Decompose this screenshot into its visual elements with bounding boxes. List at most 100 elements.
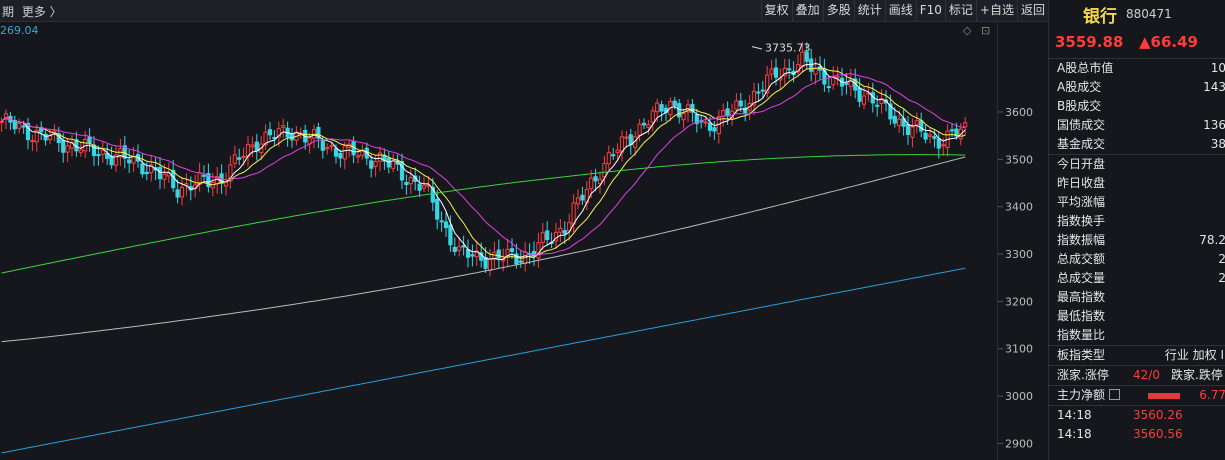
candle-body bbox=[329, 145, 334, 148]
list-icon[interactable] bbox=[1109, 389, 1121, 400]
stat-row: 总成交额 2 bbox=[1049, 250, 1225, 269]
candle-body bbox=[232, 154, 237, 164]
stat-row: 总成交量 2 bbox=[1049, 269, 1225, 288]
candle-body bbox=[628, 134, 633, 146]
candle-body bbox=[875, 104, 880, 107]
price-change: ▲66.49 bbox=[1139, 33, 1198, 51]
candle-body bbox=[435, 198, 440, 220]
ma5-line bbox=[1, 62, 966, 261]
candle-body bbox=[421, 184, 427, 189]
stat-value: 2 bbox=[1218, 252, 1225, 266]
chart-toolbar: 期 更多 〉 复权 叠加 多股 统计 画线 F10 标记 +自选 返回 bbox=[0, 0, 1048, 22]
fund-flow-value: 6.77 bbox=[1199, 388, 1225, 402]
candle-body bbox=[725, 108, 730, 117]
ma250-line bbox=[1, 267, 966, 454]
peak-pointer bbox=[751, 46, 763, 50]
candle-body bbox=[540, 232, 545, 243]
fund-flow-bar bbox=[1148, 393, 1180, 399]
stat-value: 2 bbox=[1218, 271, 1225, 285]
quote-header: 银行 880471 bbox=[1049, 0, 1225, 27]
mark-button[interactable]: 标记 bbox=[944, 0, 976, 21]
overlay-button[interactable]: 叠加 bbox=[791, 0, 823, 21]
candle-body bbox=[201, 174, 207, 177]
candle-body bbox=[281, 125, 286, 128]
candle-body bbox=[593, 176, 598, 182]
period-label[interactable]: 期 bbox=[2, 5, 14, 19]
candle-body bbox=[267, 129, 273, 136]
candle-body bbox=[580, 194, 585, 201]
stat-value: 10 bbox=[1210, 61, 1225, 75]
draw-line-button[interactable]: 画线 bbox=[884, 0, 916, 21]
tick-row: 14:18 3560.56 bbox=[1049, 425, 1225, 444]
candle-body bbox=[162, 173, 167, 180]
candle-body bbox=[734, 100, 739, 110]
candle-body bbox=[157, 166, 163, 180]
candle-body bbox=[659, 104, 664, 112]
stat-value: 78.2 bbox=[1199, 233, 1225, 247]
ma20-line bbox=[1, 73, 966, 256]
candle-body bbox=[43, 133, 48, 141]
candle-body bbox=[611, 154, 616, 157]
stat-row: 指数换手 bbox=[1049, 212, 1225, 231]
stat-row: B股成交 bbox=[1049, 97, 1225, 116]
back-button[interactable]: 返回 bbox=[1016, 0, 1048, 21]
candle-body bbox=[373, 160, 378, 167]
stat-row: 国债成交 136 bbox=[1049, 116, 1225, 135]
restore-rights-button[interactable]: 复权 bbox=[760, 0, 792, 21]
peak-label: 3735.73 bbox=[765, 42, 811, 55]
stat-row: A股总市值 10 bbox=[1049, 59, 1225, 78]
candle-body bbox=[914, 120, 919, 126]
candle-body bbox=[861, 95, 867, 105]
stat-row: 指数振幅 78.2 bbox=[1049, 231, 1225, 250]
tick-price: 3560.26 bbox=[1133, 408, 1183, 422]
candle-body bbox=[518, 260, 523, 263]
candle-body bbox=[17, 123, 22, 129]
f10-button[interactable]: F10 bbox=[915, 0, 945, 21]
candle-body bbox=[0, 120, 4, 123]
y-tick-label: 3100 bbox=[1005, 343, 1033, 356]
candle-body bbox=[325, 147, 330, 150]
candle-body bbox=[615, 149, 620, 153]
candle-body bbox=[448, 224, 453, 246]
candle-body bbox=[637, 123, 642, 136]
candle-body bbox=[941, 144, 946, 147]
candle-body bbox=[65, 145, 70, 153]
candle-body bbox=[250, 144, 255, 148]
candle-body bbox=[254, 141, 259, 152]
candle-body bbox=[338, 153, 343, 159]
candle-body bbox=[672, 100, 677, 107]
board-type-row: 板指类型 行业 加权 I bbox=[1049, 345, 1225, 365]
candle-body bbox=[496, 249, 501, 259]
stat-row: 指数量比 bbox=[1049, 326, 1225, 345]
candle-body bbox=[712, 127, 717, 132]
candle-body bbox=[404, 182, 409, 185]
candle-body bbox=[624, 136, 629, 139]
candle-body bbox=[509, 248, 515, 252]
candle-body bbox=[87, 136, 92, 144]
statistics-button[interactable]: 统计 bbox=[853, 0, 885, 21]
candle-body bbox=[844, 82, 849, 85]
candle-body bbox=[237, 157, 242, 160]
candle-body bbox=[892, 115, 897, 124]
multi-stock-button[interactable]: 多股 bbox=[822, 0, 854, 21]
candle-body bbox=[417, 183, 422, 191]
fall-label: 跌家.跌停 bbox=[1171, 368, 1223, 382]
candle-body bbox=[857, 87, 862, 102]
candle-body bbox=[386, 157, 391, 168]
candle-body bbox=[936, 138, 941, 149]
add-watchlist-button[interactable]: +自选 bbox=[975, 0, 1017, 21]
rise-value: 42/0 bbox=[1133, 368, 1160, 382]
candle-body bbox=[650, 110, 655, 123]
candle-body bbox=[144, 171, 149, 175]
candle-body bbox=[30, 140, 35, 143]
candle-body bbox=[457, 246, 462, 251]
candle-body bbox=[320, 140, 325, 151]
tick-time: 14:18 bbox=[1057, 427, 1092, 441]
more-menu[interactable]: 更多 〉 bbox=[22, 5, 62, 19]
candle-body bbox=[905, 124, 911, 136]
candle-body bbox=[369, 160, 374, 169]
candlestick-chart[interactable]: 3600 3500 3400 3300 3200 3100 3000 2900 3735.73 bbox=[0, 22, 1048, 460]
candle-body bbox=[963, 122, 968, 128]
rise-fall-row: 涨家.涨停 42/0 跌家.跌停 bbox=[1049, 365, 1225, 385]
axis-divider bbox=[997, 22, 998, 460]
